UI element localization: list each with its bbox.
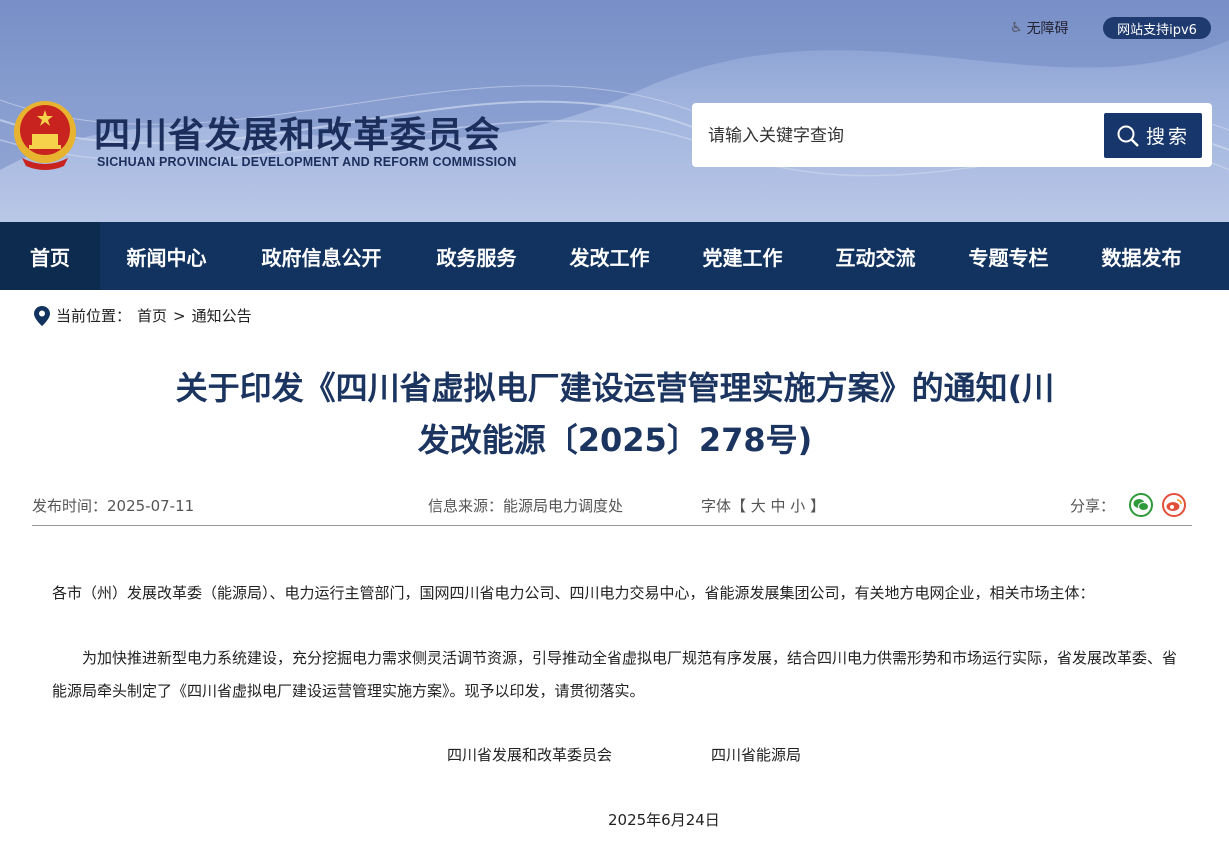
- breadcrumb: 当前位置： 首页 > 通知公告: [34, 305, 252, 326]
- location-pin-icon: [34, 305, 50, 326]
- nav-item-gov-info[interactable]: 政府信息公开: [233, 222, 410, 290]
- nav-item-news[interactable]: 新闻中心: [100, 222, 233, 290]
- wechat-icon: [1133, 499, 1149, 511]
- paragraph-addressees: 各市（州）发展改革委（能源局）、电力运行主管部门，国网四川省电力公司、四川电力交…: [52, 584, 1095, 602]
- search-input[interactable]: [706, 119, 1100, 153]
- article-title-line2: 发改能源〔2025〕278号): [417, 421, 813, 459]
- article-title-line1: 关于印发《四川省虚拟电厂建设运营管理实施方案》的通知(川: [175, 369, 1055, 407]
- font-size-switch[interactable]: 字体【 大 中 小 】: [701, 495, 825, 516]
- share-label: 分享：: [1070, 497, 1116, 515]
- national-emblem-icon: [14, 101, 76, 170]
- breadcrumb-prefix: 当前位置：: [56, 307, 132, 325]
- search-button-label: 搜索: [1145, 127, 1190, 148]
- accessibility-icon: ♿: [1010, 20, 1023, 36]
- nav-item-data[interactable]: 数据发布: [1075, 222, 1208, 290]
- site-title: 四川省发展和改革委员会: [94, 115, 502, 156]
- main-nav: 首页 新闻中心 政府信息公开 政务服务 发改工作 党建工作 互动交流 专题专栏 …: [0, 222, 1229, 290]
- nav-item-interaction[interactable]: 互动交流: [809, 222, 942, 290]
- article-meta: 发布时间：2025-07-11 信息来源：能源局电力调度处 字体【 大 中 小 …: [32, 493, 1192, 526]
- nav-item-services[interactable]: 政务服务: [410, 222, 543, 290]
- breadcrumb-separator: >: [173, 306, 186, 325]
- search-button[interactable]: 搜索: [1104, 113, 1202, 158]
- ipv6-badge: 网站支持ipv6: [1103, 17, 1211, 39]
- breadcrumb-current-link[interactable]: 通知公告: [192, 305, 252, 326]
- breadcrumb-home-link[interactable]: 首页: [137, 305, 167, 326]
- nav-item-reform-work[interactable]: 发改工作: [543, 222, 676, 290]
- site-subtitle: SICHUAN PROVINCIAL DEVELOPMENT AND REFOR…: [97, 155, 517, 169]
- site-header: ♿ 无障碍 网站支持ipv6 四川省发展和改革委员会 SICHUAN PROVI…: [0, 0, 1229, 222]
- info-source: 信息来源：能源局电力调度处: [428, 497, 624, 515]
- weibo-share-icon[interactable]: [1162, 493, 1186, 517]
- article-title: 关于印发《四川省虚拟电厂建设运营管理实施方案》的通知(川 发改能源〔2025〕2…: [100, 362, 1130, 466]
- search-icon: [1117, 125, 1139, 147]
- nav-item-topics[interactable]: 专题专栏: [942, 222, 1075, 290]
- accessibility-link[interactable]: ♿ 无障碍: [1010, 18, 1069, 38]
- wechat-share-icon[interactable]: [1129, 493, 1153, 517]
- nav-item-home[interactable]: 首页: [0, 222, 100, 290]
- signer-commission: 四川省发展和改革委员会: [447, 746, 613, 764]
- sign-date: 2025年6月24日: [608, 811, 720, 829]
- paragraph-body: 为加快推进新型电力系统建设，充分挖掘电力需求侧灵活调节资源，引导推动全省虚拟电厂…: [52, 649, 1178, 700]
- weibo-icon: [1166, 499, 1182, 511]
- nav-item-party[interactable]: 党建工作: [676, 222, 809, 290]
- signer-energy-bureau: 四川省能源局: [711, 746, 802, 764]
- search-box: 搜索: [692, 103, 1212, 167]
- accessibility-label: 无障碍: [1026, 21, 1069, 37]
- publish-time: 发布时间：2025-07-11: [32, 497, 195, 515]
